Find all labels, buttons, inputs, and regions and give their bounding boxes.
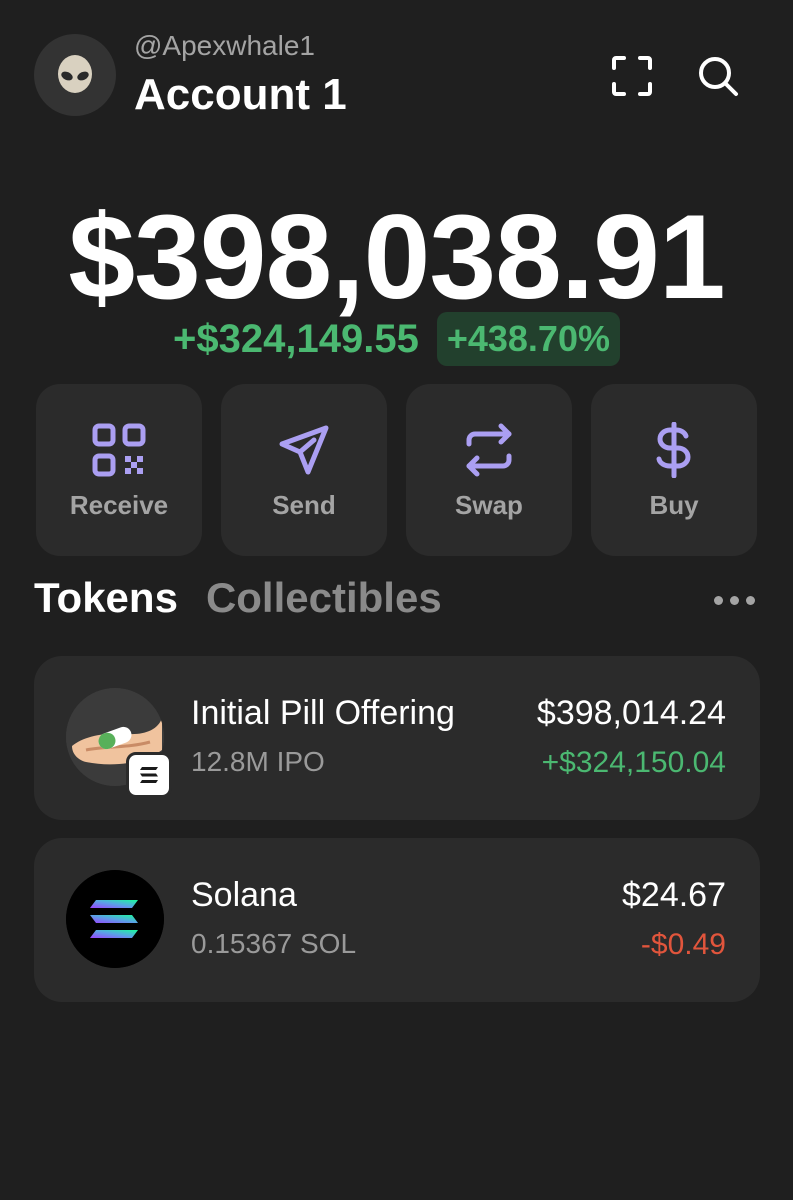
more-dot — [746, 595, 755, 605]
token-amount: 12.8M IPO — [191, 746, 325, 777]
alien-icon — [58, 55, 92, 93]
swap-label: Swap — [455, 490, 523, 520]
account-handle: @Apexwhale1 — [134, 30, 315, 61]
receive-label: Receive — [69, 490, 169, 520]
token-amount: 0.15367 SOL — [191, 928, 357, 959]
token-value: $24.67 — [622, 876, 726, 914]
scan-icon — [612, 56, 652, 96]
solana-badge-icon — [126, 752, 172, 798]
send-label: Send — [272, 490, 336, 520]
more-dot — [730, 595, 739, 605]
balance-change-amount: +$324,149.55 — [173, 316, 419, 361]
search-button[interactable] — [694, 52, 742, 100]
token-name: Initial Pill Offering — [191, 694, 455, 732]
receive-button[interactable]: Receive — [36, 384, 202, 556]
asset-tabs: Tokens Collectibles — [34, 574, 442, 634]
buy-button[interactable]: Buy — [591, 384, 757, 556]
action-buttons: Receive Send Swap Buy — [36, 384, 758, 556]
dollar-icon — [656, 422, 691, 478]
swap-icon — [466, 423, 512, 477]
search-icon — [699, 57, 738, 96]
more-dots-icon — [714, 595, 723, 605]
swap-button[interactable]: Swap — [406, 384, 572, 556]
tab-collectibles[interactable]: Collectibles — [206, 574, 442, 634]
send-arrow-icon — [279, 425, 329, 475]
send-button[interactable]: Send — [221, 384, 387, 556]
token-value: $398,014.24 — [536, 694, 726, 732]
tab-tokens[interactable]: Tokens — [34, 574, 178, 634]
token-change: -$0.49 — [640, 928, 726, 961]
token-name: Solana — [191, 876, 297, 914]
header: @Apexwhale1 Account 1 — [0, 0, 793, 150]
more-options-button[interactable] — [714, 592, 756, 608]
balance-change-percent: +438.70% — [436, 312, 620, 366]
scan-button[interactable] — [608, 52, 656, 100]
token-row-ipo[interactable]: Initial Pill Offering 12.8M IPO $398,014… — [34, 656, 760, 820]
token-change: +$324,150.04 — [541, 746, 726, 779]
buy-label: Buy — [649, 490, 699, 520]
qr-code-icon — [92, 423, 146, 477]
solana-icon — [66, 870, 164, 968]
total-balance: $398,038.91 — [68, 190, 725, 324]
account-name[interactable]: Account 1 — [134, 70, 347, 120]
token-row-solana[interactable]: Solana 0.15367 SOL $24.67 -$0.49 — [34, 838, 760, 1002]
balance-change-row: +$324,149.55 +438.70% — [0, 312, 793, 366]
account-avatar[interactable] — [34, 34, 116, 116]
